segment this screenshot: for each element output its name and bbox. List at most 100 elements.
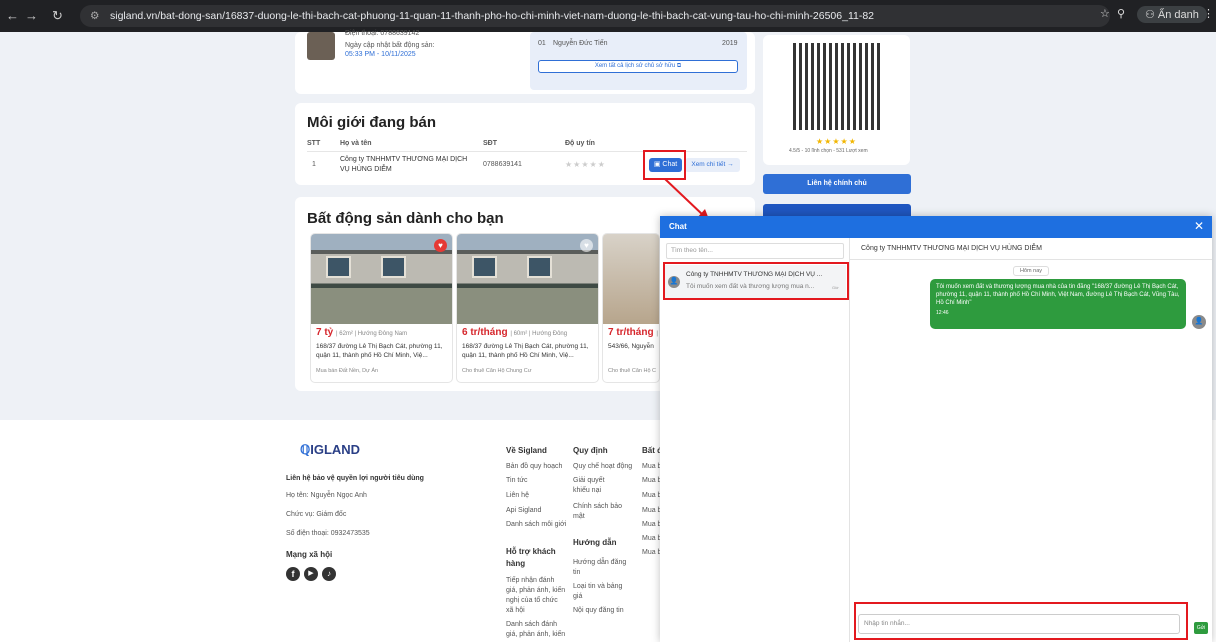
- history-name: Nguyễn Đức Tiến: [553, 40, 608, 47]
- property-address: 168/37 đường Lê Thị Bạch Cát, phường 11,…: [316, 343, 443, 359]
- address-bar[interactable]: ⚙ sigland.vn/bat-dong-san/16837-duong-le-…: [80, 5, 1110, 27]
- property-address: 543/66, Nguyễn: [608, 343, 654, 350]
- about-link[interactable]: Liên hệ: [506, 491, 529, 501]
- contact-owner-label: Liên hệ chính chủ: [807, 180, 867, 187]
- chat-divider: [850, 259, 1212, 260]
- bds-link[interactable]: Mua b: [642, 491, 661, 501]
- col-phone: SĐT: [483, 140, 497, 147]
- guide-title: Hướng dẫn: [573, 538, 617, 547]
- message-text: Tôi muốn xem đất và thương lượng mua nhà…: [936, 284, 1180, 306]
- social-title: Mạng xã hội: [286, 550, 333, 559]
- bds-link[interactable]: Mua b: [642, 548, 661, 558]
- support-link[interactable]: Tiếp nhận đánh giá, phản ánh, kiến nghị …: [506, 576, 566, 616]
- owner-avatar: [307, 32, 335, 60]
- qr-code: [793, 43, 880, 130]
- support-link[interactable]: Danh sách đánh giá, phản ánh, kiến: [506, 620, 566, 640]
- col-name: Họ và tên: [340, 140, 372, 147]
- rating-stars: ★★★★★: [816, 137, 857, 146]
- incognito-badge[interactable]: ⚇ Ẩn danh: [1137, 6, 1207, 23]
- rules-link[interactable]: Chính sách bảo mật: [573, 502, 623, 522]
- facebook-icon[interactable]: f: [286, 567, 300, 581]
- about-link[interactable]: Tin tức: [506, 476, 528, 486]
- chat-header: Chat: [660, 216, 1212, 238]
- updated-label: Ngày cập nhật bất động sản:: [345, 42, 435, 49]
- brokers-title: Môi giới đang bán: [307, 114, 436, 131]
- property-card-1[interactable]: ♥ 7 tỷ | 62m² | Hướng Đông Nam 168/37 đư…: [310, 233, 453, 383]
- property-card-3[interactable]: 7 tr/tháng | 6 543/66, Nguyễn Cho thuê C…: [602, 233, 660, 383]
- highlight-conversation: [663, 262, 849, 300]
- footer-contact-phone: Số điện thoại: 0932473535: [286, 530, 370, 537]
- owner-history-box: 01 Nguyễn Đức Tiến 2019 Xem tất cả lịch …: [530, 32, 747, 90]
- footer-contact-name: Họ tên: Nguyễn Ngọc Anh: [286, 492, 367, 499]
- bds-link[interactable]: Mua b: [642, 520, 661, 530]
- broker-stt: 1: [312, 161, 316, 168]
- youtube-icon[interactable]: ▶: [304, 567, 318, 581]
- updated-value: 05:33 PM - 10/11/2025: [345, 51, 416, 58]
- chat-contact-header: Công ty TNHHMTV THƯƠNG MẠI DỊCH VỤ HÙNG …: [861, 245, 1042, 252]
- broker-phone: 0788639141: [483, 161, 522, 168]
- favorite-heart-icon[interactable]: ♥: [434, 239, 447, 252]
- property-price: 7 tỷ: [316, 327, 334, 338]
- about-link[interactable]: Danh sách môi giới: [506, 520, 566, 530]
- history-button-label: Xem tất cả lịch sử chủ sở hữu: [594, 63, 676, 69]
- guide-link[interactable]: Hướng dẫn đăng tin: [573, 558, 628, 578]
- brokers-card: Môi giới đang bán STT Họ và tên SĐT Độ u…: [295, 103, 755, 185]
- property-image: [457, 234, 598, 324]
- zoom-icon[interactable]: ⚲: [1117, 7, 1125, 20]
- bds-link[interactable]: Mua b: [642, 534, 661, 544]
- bds-link[interactable]: Mua b: [642, 506, 661, 516]
- bds-link[interactable]: Mua b: [642, 462, 661, 472]
- about-link[interactable]: Bản đồ quy hoạch: [506, 462, 562, 472]
- tiktok-icon[interactable]: ♪: [322, 567, 336, 581]
- bookmark-star-icon[interactable]: ☆: [1100, 7, 1110, 20]
- property-card-2[interactable]: ♥ 6 tr/tháng | 60m² | Hướng Đông 168/37 …: [456, 233, 599, 383]
- property-category: Cho thuê Căn Hộ Chung Cư: [462, 368, 532, 374]
- chat-search-placeholder: Tìm theo tên...: [671, 247, 713, 254]
- history-year: 2019: [722, 40, 738, 47]
- chat-search-input[interactable]: Tìm theo tên...: [666, 243, 844, 259]
- close-icon[interactable]: ✕: [1194, 219, 1204, 233]
- about-link[interactable]: Api Sigland: [506, 506, 541, 516]
- footer-brand: IGLAND: [310, 442, 361, 457]
- footer-logo[interactable]: ℚIGLAND: [300, 442, 360, 458]
- property-image: [311, 234, 452, 324]
- property-meta: | 62m² | Hướng Đông Nam: [336, 331, 408, 337]
- rating-text: 4.5/5 - 10 lĩnh chọn - 531 Lượt xem: [789, 148, 868, 154]
- property-price: 6 tr/tháng: [462, 327, 508, 338]
- broker-name: Công ty TNHHMTV THƯƠNG MẠI DỊCH VỤ HÙNG …: [340, 156, 468, 173]
- rules-link[interactable]: Giải quyết khiếu nại: [573, 476, 623, 496]
- qr-card: ★★★★★ 4.5/5 - 10 lĩnh chọn - 531 Lượt xe…: [763, 35, 910, 165]
- history-index: 01: [538, 40, 546, 47]
- history-button[interactable]: Xem tất cả lịch sử chủ sở hữu ⧉: [538, 60, 738, 73]
- bds-link[interactable]: Mua b: [642, 476, 661, 486]
- favorite-heart-icon[interactable]: ♥: [580, 239, 593, 252]
- property-category: Mua bán Đất Nền, Dự Án: [316, 368, 379, 374]
- col-rating: Độ uy tín: [565, 140, 595, 147]
- view-detail-button[interactable]: Xem chi tiết →: [685, 158, 740, 172]
- reload-icon[interactable]: ↻: [52, 8, 63, 24]
- back-icon[interactable]: ←: [6, 8, 19, 23]
- menu-icon[interactable]: ⋮: [1203, 7, 1214, 20]
- rules-link[interactable]: Quy chế hoạt động: [573, 462, 632, 472]
- contact-owner-button[interactable]: Liên hệ chính chủ: [763, 174, 911, 194]
- forward-icon[interactable]: →: [25, 8, 38, 23]
- owner-card: Điện thoại: 0788639142 Ngày cập nhật bất…: [295, 30, 755, 94]
- url-text: sigland.vn/bat-dong-san/16837-duong-le-t…: [110, 10, 875, 22]
- guide-link[interactable]: Nội quy đăng tin: [573, 606, 624, 616]
- send-button[interactable]: Gửi: [1194, 622, 1208, 634]
- bds-title: Bất đ: [642, 446, 662, 455]
- send-label: Gửi: [1196, 625, 1206, 631]
- property-image: [603, 234, 659, 324]
- guide-link[interactable]: Loại tin và bảng giá: [573, 582, 628, 602]
- site-info-icon[interactable]: ⚙: [90, 5, 99, 27]
- view-detail-label: Xem chi tiết →: [691, 161, 734, 168]
- support-title: Hỗ trợ khách hàng: [506, 547, 556, 568]
- about-title: Về Sigland: [506, 446, 547, 455]
- owner-phone: Điện thoại: 0788639142: [345, 30, 420, 37]
- property-address: 168/37 đường Lê Thị Bạch Cát, phường 11,…: [462, 343, 589, 359]
- property-category: Cho thuê Căn Hộ C: [608, 368, 656, 374]
- rules-title: Quy định: [573, 446, 608, 455]
- property-price: 7 tr/tháng: [608, 327, 654, 338]
- user-avatar: 👤: [1192, 315, 1206, 329]
- chat-title: Chat: [669, 222, 687, 231]
